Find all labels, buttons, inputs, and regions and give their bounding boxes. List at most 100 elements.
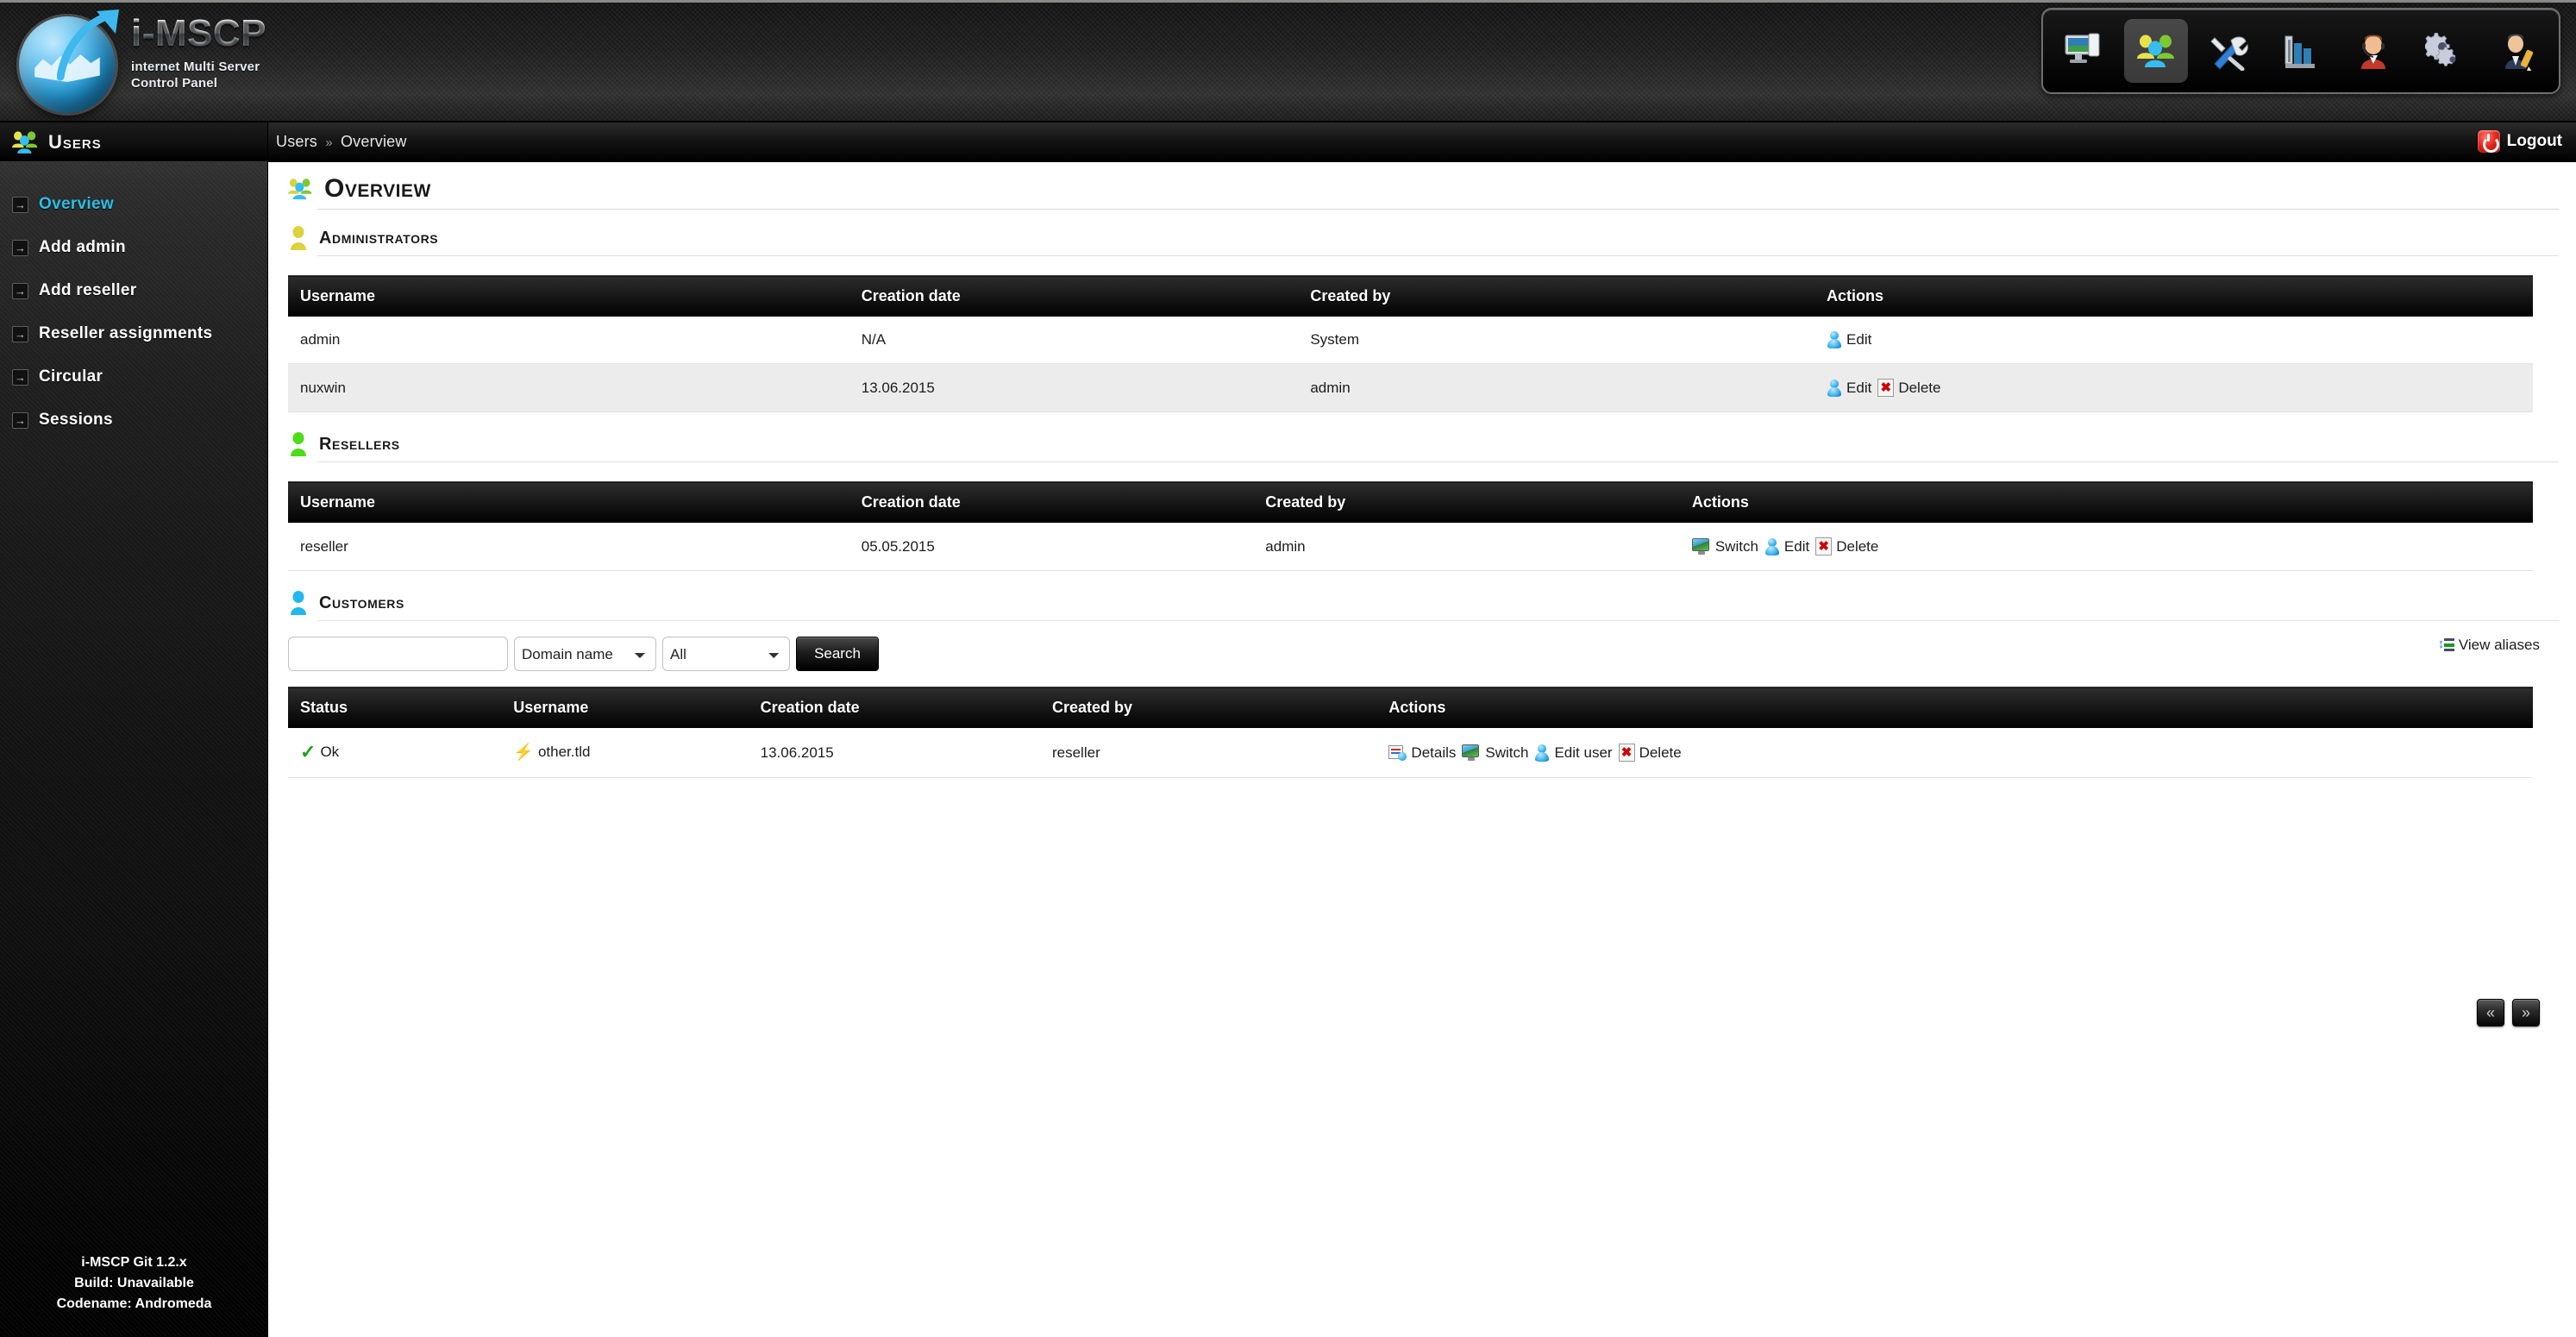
status-badge: ✓ Ok <box>300 743 339 762</box>
search-button[interactable]: Search <box>796 637 879 671</box>
toolbar-item-profile[interactable] <box>2486 19 2550 83</box>
reseller-user-icon <box>291 432 306 456</box>
pagination: « » <box>2477 999 2540 1026</box>
table-row: admin N/A System Edit <box>288 317 2533 364</box>
toolbar-item-support[interactable] <box>2341 19 2405 83</box>
cell-created-by: reseller <box>1039 728 1377 778</box>
action-edit[interactable]: Edit <box>1827 331 1871 348</box>
administrators-divider <box>317 255 2559 256</box>
search-input[interactable] <box>288 637 508 671</box>
action-details[interactable]: Details <box>1388 744 1456 762</box>
logo-subtitle-line2: Control Panel <box>131 75 218 91</box>
action-delete[interactable]: Delete <box>1618 744 1682 762</box>
view-aliases-link[interactable]: ↕ View aliases <box>2438 637 2540 654</box>
sidebar-item-label: Add admin <box>39 238 126 256</box>
sidebar-item-add-reseller[interactable]: → Add reseller <box>0 269 267 312</box>
customer-user-icon <box>291 591 306 615</box>
logout-label: Logout <box>2506 132 2562 150</box>
resellers-section-header: Resellers <box>269 412 2576 457</box>
sidebar-item-circular[interactable]: → Circular <box>0 355 267 399</box>
column-header-actions: Actions <box>1814 275 2533 317</box>
view-aliases-label: View aliases <box>2458 637 2540 653</box>
table-row: nuxwin 13.06.2015 admin Edit Delete <box>288 363 2533 412</box>
action-switch[interactable]: Switch <box>1691 537 1758 556</box>
customer-domain[interactable]: ⚡ other.tld <box>513 744 590 761</box>
column-header-created-by: Created by <box>1253 481 1680 523</box>
sidebar-item-label: Overview <box>39 195 114 213</box>
general-icon <box>2065 33 2100 63</box>
user-edit-icon <box>1827 331 1842 348</box>
column-header-creation-date: Creation date <box>748 687 1040 728</box>
action-delete[interactable]: Delete <box>1877 379 1940 397</box>
domain-label: other.tld <box>537 744 591 761</box>
action-edit[interactable]: Edit <box>1764 537 1809 556</box>
users-group-icon <box>12 130 38 154</box>
app-logo: i-MSCP internet Multi Server Control Pan… <box>12 9 297 113</box>
breadcrumb-root[interactable]: Users <box>276 133 317 150</box>
table-row: ✓ Ok ⚡ other.tld 13.06.2015 reseller Det… <box>288 728 2533 778</box>
column-header-status: Status <box>288 687 502 728</box>
toolbar-item-users[interactable] <box>2124 19 2188 83</box>
logo-arrow-icon <box>57 9 119 81</box>
breadcrumb-separator: » <box>325 135 333 150</box>
status-label: Ok <box>320 744 340 760</box>
switch-icon <box>1462 744 1481 761</box>
sidebar-item-label: Add reseller <box>39 281 137 299</box>
pagination-next-button[interactable]: » <box>2512 999 2540 1026</box>
column-header-created-by: Created by <box>1039 687 1377 728</box>
toolbar-item-settings[interactable] <box>2414 19 2478 83</box>
cell-created-by: System <box>1298 317 1815 364</box>
column-header-creation-date: Creation date <box>849 481 1254 523</box>
customers-divider <box>317 620 2559 621</box>
action-label: Delete <box>1898 379 1941 396</box>
arrow-right-icon: → <box>12 411 28 429</box>
cell-actions: Switch Edit Delete <box>1679 523 2533 571</box>
search-scope-select[interactable]: All <box>662 637 790 671</box>
settings-icon <box>2425 32 2456 66</box>
page-title: Overview <box>324 174 431 203</box>
users-icon <box>2137 35 2174 67</box>
view-aliases-icon: ↕ <box>2438 637 2454 653</box>
action-label: Switch <box>1485 744 1529 761</box>
cell-status: ✓ Ok <box>288 728 502 778</box>
main-content: Overview Administrators Username Creatio… <box>269 162 2576 1337</box>
sidebar-item-sessions[interactable]: → Sessions <box>0 399 267 442</box>
sidebar-item-add-admin[interactable]: → Add admin <box>0 226 267 269</box>
arrow-right-icon: → <box>12 368 28 386</box>
toolbar-item-system-tools[interactable] <box>2197 19 2260 83</box>
column-header-creation-date: Creation date <box>849 275 1299 317</box>
action-label: Edit user <box>1554 744 1613 761</box>
action-label: Details <box>1411 744 1457 761</box>
column-header-actions: Actions <box>1376 687 2533 728</box>
pagination-prev-button[interactable]: « <box>2477 999 2504 1026</box>
sidebar-title: Users <box>48 130 102 153</box>
table-header-row: Status Username Creation date Created by… <box>288 687 2533 728</box>
table-header-row: Username Creation date Created by Action… <box>288 275 2533 317</box>
cell-username: nuxwin <box>288 363 849 412</box>
sidebar-item-overview[interactable]: → Overview <box>0 183 267 226</box>
search-field-select[interactable]: Domain name <box>514 637 656 671</box>
action-switch[interactable]: Switch <box>1462 744 1528 762</box>
delete-icon <box>1877 379 1895 397</box>
action-edit-user[interactable]: Edit user <box>1534 744 1613 762</box>
cell-username: reseller <box>288 523 849 571</box>
system-tools-icon <box>2210 36 2248 71</box>
customers-section-header: Customers <box>269 571 2576 616</box>
sidebar-item-reseller-assignments[interactable]: → Reseller assignments <box>0 312 267 355</box>
version-line: i-MSCP Git 1.2.x <box>81 1255 187 1270</box>
cell-creation-date: 13.06.2015 <box>748 728 1040 778</box>
cell-created-by: admin <box>1298 363 1815 412</box>
action-delete[interactable]: Delete <box>1815 537 1878 556</box>
cell-actions: Details Switch Edit user Delete <box>1376 728 2533 778</box>
action-edit[interactable]: Edit <box>1827 379 1871 397</box>
cell-actions: Edit Delete <box>1814 363 2533 412</box>
sidebar: Users → Overview → Add admin → Add resel… <box>0 122 268 1337</box>
toolbar-item-general[interactable] <box>2052 19 2115 83</box>
top-toolbar <box>2041 8 2560 94</box>
logout-button[interactable]: Logout <box>2477 130 2562 153</box>
action-label: Switch <box>1714 537 1758 555</box>
arrow-right-icon: → <box>12 282 28 299</box>
toolbar-item-statistics[interactable] <box>2269 19 2333 83</box>
action-label: Delete <box>1836 537 1879 555</box>
switch-icon <box>1691 538 1711 555</box>
